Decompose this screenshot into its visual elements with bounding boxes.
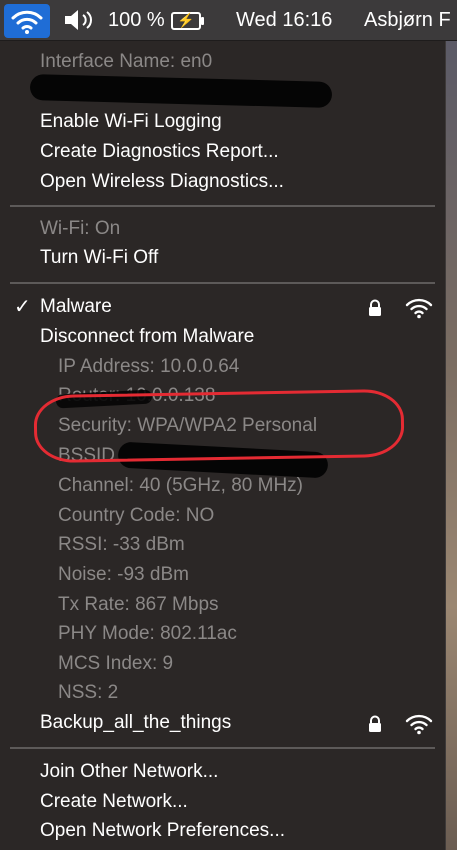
enable-wifi-logging[interactable]: Enable Wi-Fi Logging <box>0 107 445 137</box>
open-network-preferences[interactable]: Open Network Preferences... <box>0 816 445 846</box>
channel: Channel: 40 (5GHz, 80 MHz) <box>58 475 303 496</box>
join-other-network[interactable]: Join Other Network... <box>0 757 445 787</box>
desktop-wallpaper <box>445 40 457 850</box>
network-name: Malware <box>40 296 112 317</box>
country-code: Country Code: NO <box>58 505 215 526</box>
wifi-status: Wi-Fi: On <box>40 218 121 239</box>
open-wireless-diagnostics[interactable]: Open Wireless Diagnostics... <box>0 167 445 197</box>
lock-icon <box>369 299 381 316</box>
battery-charging-icon: ⚡ <box>170 11 204 30</box>
wifi-icon <box>11 10 43 34</box>
wifi-menu-extra[interactable] <box>4 4 50 38</box>
annotation-circle <box>33 388 405 464</box>
disconnect-from-network[interactable]: Disconnect from Malware <box>0 322 445 352</box>
wifi-signal-icon <box>405 298 433 319</box>
wifi-signal-icon <box>405 714 433 735</box>
ip-address: IP Address: 10.0.0.64 <box>58 356 240 377</box>
battery-menu-extra[interactable]: 100 % ⚡ <box>108 0 204 40</box>
nss: NSS: 2 <box>58 682 119 703</box>
volume-menu-extra[interactable] <box>62 0 96 40</box>
interface-name: Interface Name: en0 <box>40 51 213 72</box>
create-network[interactable]: Create Network... <box>0 787 445 817</box>
network-item-malware[interactable]: ✓ Malware <box>0 292 445 322</box>
phy-mode: PHY Mode: 802.11ac <box>58 623 237 644</box>
battery-percent: 100 % <box>108 9 165 31</box>
speaker-icon <box>65 10 92 30</box>
user-menu[interactable]: Asbjørn F <box>364 0 451 40</box>
lock-icon <box>369 715 381 732</box>
checkmark-icon: ✓ <box>14 296 31 318</box>
turn-wifi-off[interactable]: Turn Wi-Fi Off <box>0 243 445 273</box>
separator <box>10 205 435 207</box>
menu-bar: 100 % ⚡ Wed 16:16 Asbjørn F <box>0 0 457 41</box>
create-diagnostics-report[interactable]: Create Diagnostics Report... <box>0 137 445 167</box>
rssi: RSSI: -33 dBm <box>58 534 185 555</box>
clock[interactable]: Wed 16:16 <box>236 0 332 40</box>
mcs-index: MCS Index: 9 <box>58 653 174 674</box>
network-item-backup[interactable]: Backup_all_the_things <box>0 708 445 738</box>
network-name: Backup_all_the_things <box>40 712 232 733</box>
noise: Noise: -93 dBm <box>58 564 189 585</box>
separator <box>10 282 435 284</box>
separator <box>10 747 435 749</box>
tx-rate: Tx Rate: 867 Mbps <box>58 594 219 615</box>
